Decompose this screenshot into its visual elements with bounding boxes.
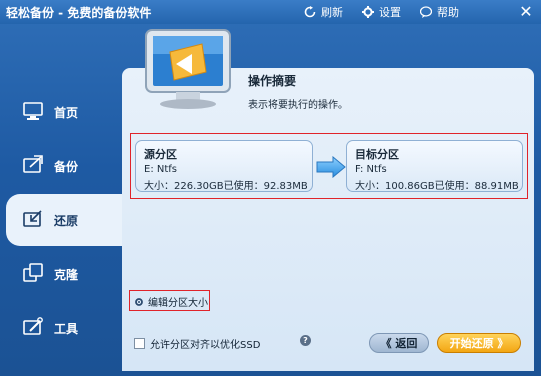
restore-icon bbox=[23, 210, 42, 227]
window-title: 轻松备份 - 免费的备份软件 bbox=[6, 6, 152, 20]
app-window: 轻松备份 - 免费的备份软件 刷新 设置 帮助 ✕ 首页 备份 还原 克隆 工具… bbox=[0, 0, 541, 376]
tools-icon bbox=[23, 317, 43, 335]
monitor-home-icon bbox=[23, 102, 43, 120]
sidebar-item-label: 还原 bbox=[54, 214, 79, 228]
sidebar-item-restore[interactable]: 还原 bbox=[6, 194, 122, 246]
ssd-align-label: 允许分区对齐以优化SSD bbox=[150, 340, 261, 351]
summary-title: 操作摘要 bbox=[248, 74, 297, 88]
close-button[interactable]: ✕ bbox=[517, 3, 535, 21]
sidebar-item-label: 首页 bbox=[54, 106, 79, 120]
sidebar-item-backup[interactable]: 备份 bbox=[0, 140, 122, 192]
edit-partition-size-link[interactable]: 编辑分区大小 bbox=[134, 294, 208, 309]
sidebar-item-clone[interactable]: 克隆 bbox=[0, 248, 122, 300]
restore-monitor-illustration bbox=[145, 29, 231, 109]
summary-subtitle: 表示将要执行的操作。 bbox=[248, 100, 348, 111]
question-icon[interactable]: ? bbox=[300, 335, 311, 346]
sidebar-nav: 首页 备份 还原 克隆 工具 bbox=[0, 86, 122, 354]
source-partition-title: 源分区 bbox=[144, 148, 177, 161]
back-button[interactable]: 《 返回 bbox=[369, 333, 429, 353]
refresh-button[interactable]: 刷新 bbox=[304, 4, 343, 20]
sidebar-item-home[interactable]: 首页 bbox=[0, 86, 122, 138]
source-partition-fs: E: Ntfs bbox=[144, 164, 177, 175]
settings-label: 设置 bbox=[379, 6, 401, 19]
target-partition-fs: F: Ntfs bbox=[355, 164, 387, 175]
help-button[interactable]: 帮助 bbox=[420, 4, 459, 20]
ssd-align-checkbox[interactable] bbox=[134, 338, 145, 349]
close-icon: ✕ bbox=[519, 2, 533, 21]
sidebar-item-label: 工具 bbox=[54, 322, 79, 336]
sidebar-item-label: 备份 bbox=[54, 160, 79, 174]
source-partition-card: 源分区 E: Ntfs 大小：226.30GB已使用：92.83MB bbox=[135, 140, 313, 192]
ssd-align-option: 允许分区对齐以优化SSD bbox=[134, 336, 260, 351]
gear-small-icon bbox=[135, 297, 143, 306]
gear-icon bbox=[362, 6, 374, 18]
settings-button[interactable]: 设置 bbox=[362, 4, 401, 20]
start-restore-button[interactable]: 开始还原 》 bbox=[437, 333, 521, 353]
help-label: 帮助 bbox=[437, 6, 459, 19]
title-bar: 轻松备份 - 免费的备份软件 刷新 设置 帮助 ✕ bbox=[0, 0, 541, 24]
arrow-right-icon bbox=[316, 156, 346, 178]
edit-partition-size-label: 编辑分区大小 bbox=[148, 298, 208, 309]
clone-icon bbox=[23, 263, 43, 282]
refresh-icon bbox=[304, 6, 316, 18]
chat-help-icon bbox=[420, 6, 432, 18]
sidebar-item-tools[interactable]: 工具 bbox=[0, 302, 122, 354]
refresh-label: 刷新 bbox=[321, 6, 343, 19]
main-panel bbox=[122, 68, 534, 371]
target-partition-size: 大小：100.86GB已使用：88.91MB bbox=[355, 181, 519, 192]
source-partition-size: 大小：226.30GB已使用：92.83MB bbox=[144, 181, 308, 192]
sidebar-item-label: 克隆 bbox=[54, 268, 79, 282]
backup-icon bbox=[23, 155, 43, 173]
target-partition-card: 目标分区 F: Ntfs 大小：100.86GB已使用：88.91MB bbox=[346, 140, 523, 192]
target-partition-title: 目标分区 bbox=[355, 148, 399, 161]
